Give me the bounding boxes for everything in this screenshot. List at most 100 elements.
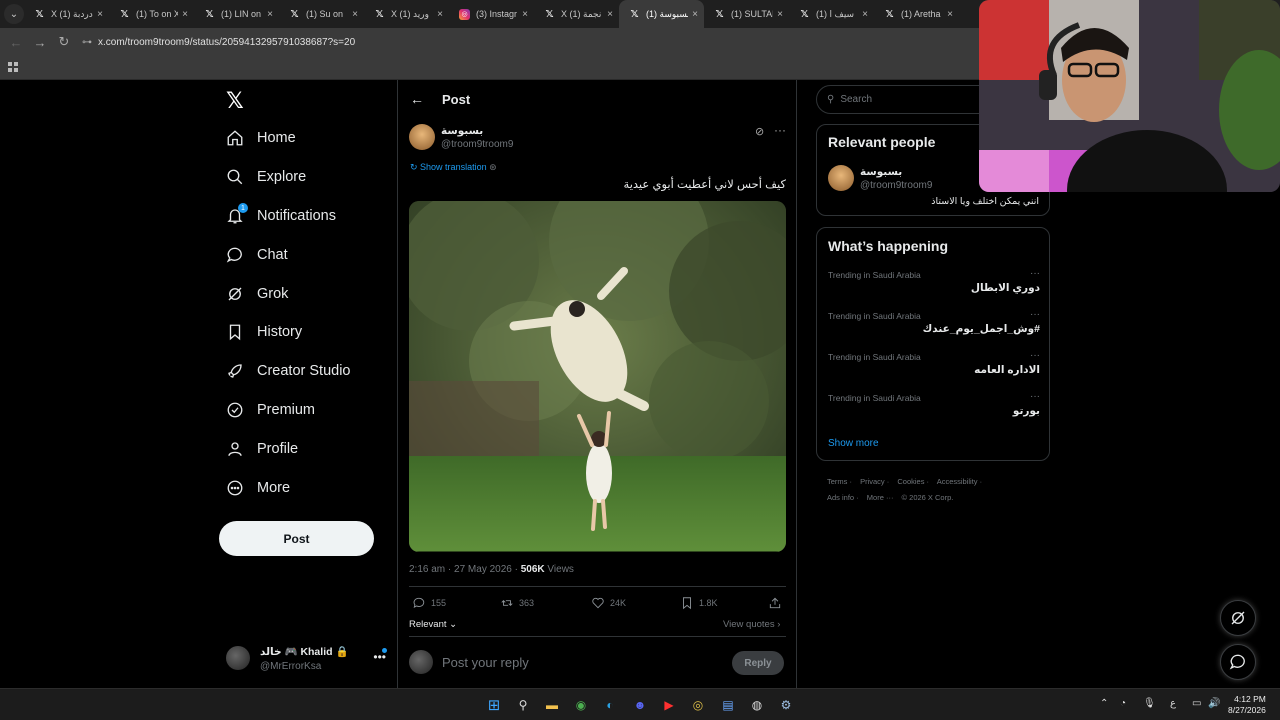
file-explorer-icon[interactable]: ▬ [543, 696, 561, 714]
trend-item[interactable]: Trending in Saudi Arabia ··· دوري الابطا… [828, 268, 1040, 302]
tab-close-icon[interactable]: × [777, 9, 783, 20]
trend-more-icon[interactable]: ··· [1030, 391, 1040, 402]
trend-more-icon[interactable]: ··· [1030, 309, 1040, 320]
steam-icon[interactable]: ⚙ [777, 696, 795, 714]
notepad-icon[interactable]: ▤ [719, 696, 737, 714]
tab-close-icon[interactable]: × [692, 9, 698, 20]
grok-float-button[interactable] [1220, 600, 1256, 636]
microphone-icon[interactable]: 🎙 [1143, 698, 1156, 709]
browser-tab[interactable]: 𝕏 (1) Aretha × [874, 0, 959, 28]
nav-item-more[interactable]: More [226, 473, 290, 503]
trend-item[interactable]: Trending in Saudi Arabia ··· الاداره الع… [828, 350, 1040, 384]
nav-item-chat[interactable]: Chat [226, 240, 288, 270]
author-name[interactable]: بسبوسة [441, 125, 513, 137]
tab-close-icon[interactable]: × [267, 9, 273, 20]
footer-link-cookies[interactable]: Cookies · [897, 477, 929, 486]
trend-more-icon[interactable]: ··· [1030, 350, 1040, 361]
tray-app-icon[interactable]: ◔ [1120, 698, 1126, 709]
trend-item[interactable]: Trending in Saudi Arabia ··· بورتو [828, 391, 1040, 425]
nav-item-notifications[interactable]: 1 Notifications [226, 201, 336, 231]
view-quotes-link[interactable]: View quotes › [723, 619, 780, 630]
browser-tab[interactable]: 𝕏 (1) بسبوسة × [619, 0, 704, 28]
tab-search-dropdown-icon[interactable]: ⌄ [4, 4, 24, 24]
trend-item[interactable]: Trending in Saudi Arabia ··· #وش_اجمل_يو… [828, 309, 1040, 343]
tab-close-icon[interactable]: × [947, 9, 953, 20]
reload-icon[interactable]: ↻ [52, 34, 76, 50]
obs-icon[interactable]: ◍ [748, 696, 766, 714]
post-author[interactable]: بسبوسة @troom9troom9 [409, 124, 513, 150]
browser-tab[interactable]: 𝕏 (1) SULTAN × [704, 0, 789, 28]
show-more-link[interactable]: Show more [828, 438, 879, 449]
site-info-icon[interactable]: ⊶ [82, 37, 92, 48]
relevant-person[interactable]: بسبوسة @troom9troom9 [828, 165, 932, 191]
reply-action[interactable]: 155 [412, 596, 446, 610]
post-timestamp[interactable]: 2:16 am · 27 May 2026 · [409, 564, 521, 575]
trend-more-icon[interactable]: ··· [1030, 268, 1040, 279]
chrome-icon[interactable]: ◉ [572, 696, 590, 714]
tab-close-icon[interactable]: × [97, 9, 103, 20]
reply-button[interactable]: Reply [732, 651, 784, 675]
x-logo-icon[interactable]: 𝕏 [226, 88, 244, 114]
input-language[interactable]: ع [1170, 698, 1176, 709]
back-arrow-icon[interactable]: ← [4, 35, 28, 50]
nav-item-grok[interactable]: Grok [226, 279, 288, 309]
browser-tab[interactable]: 𝕏 X (1) وريد × [364, 0, 449, 28]
footer-link-terms[interactable]: Terms · [827, 477, 852, 486]
nav-item-profile[interactable]: Profile [226, 434, 298, 464]
url-field[interactable]: ⊶ x.com/troom9troom9/status/205941329579… [82, 37, 355, 48]
discord-icon[interactable]: ☻ [631, 696, 649, 714]
reply-input[interactable]: Post your reply [442, 655, 529, 670]
browser-tab[interactable]: 𝕏 (1) سيف ا × [789, 0, 874, 28]
grok-explain-icon[interactable]: ⊘ [755, 125, 764, 138]
tab-close-icon[interactable]: × [522, 9, 528, 20]
volume-icon[interactable]: 🔊 [1208, 698, 1220, 709]
url-text[interactable]: x.com/troom9troom9/status/20594132957910… [98, 37, 355, 48]
footer-link-accessibility[interactable]: Accessibility · [937, 477, 982, 486]
browser-tab[interactable]: 𝕏 X (1) دردبة × [24, 0, 109, 28]
youtube-icon[interactable]: ▶ [660, 696, 678, 714]
avatar[interactable] [409, 124, 435, 150]
avatar[interactable] [828, 165, 854, 191]
tray-overflow-icon[interactable]: ⌃ [1100, 698, 1108, 709]
nav-item-home[interactable]: Home [226, 123, 296, 153]
browser-tab[interactable]: 𝕏 X (1) نجمة × [534, 0, 619, 28]
bookmark-action[interactable]: 1.8K [680, 596, 718, 610]
reply-sort-dropdown[interactable]: Relevant ⌄ [409, 619, 457, 630]
apps-grid-icon[interactable] [8, 62, 18, 72]
person-handle[interactable]: @troom9troom9 [860, 180, 932, 191]
tab-close-icon[interactable]: × [182, 9, 188, 20]
browser-tab[interactable]: ◎ (3) Instagr × [449, 0, 534, 28]
tab-close-icon[interactable]: × [862, 9, 868, 20]
like-action[interactable]: 24K [591, 596, 626, 610]
footer-link-privacy[interactable]: Privacy · [860, 477, 889, 486]
footer-link-more[interactable]: More ··· [867, 493, 894, 502]
footer-link-ads-info[interactable]: Ads info · [827, 493, 859, 502]
edge-icon[interactable]: ◐ [601, 696, 619, 714]
tab-close-icon[interactable]: × [352, 9, 358, 20]
nav-item-creator-studio[interactable]: Creator Studio [226, 356, 351, 386]
person-name[interactable]: بسبوسة [860, 166, 932, 178]
tab-close-icon[interactable]: × [437, 9, 443, 20]
browser-tab[interactable]: 𝕏 (1) Su on × [279, 0, 364, 28]
nav-item-explore[interactable]: Explore [226, 162, 306, 192]
search-icon[interactable]: ⚲ [514, 696, 532, 714]
chrome-canary-icon[interactable]: ◎ [689, 696, 707, 714]
back-arrow-icon[interactable]: ← [410, 91, 424, 107]
chat-float-button[interactable] [1220, 644, 1256, 680]
nav-item-history[interactable]: History [226, 317, 302, 347]
author-handle[interactable]: @troom9troom9 [441, 139, 513, 150]
post-button[interactable]: Post [219, 521, 374, 556]
nav-item-premium[interactable]: Premium [226, 395, 315, 425]
search-placeholder[interactable]: Search [840, 94, 872, 105]
account-switcher[interactable]: خالد 🎮 Khalid 🔒 @MrErrorKsa ••• [226, 640, 387, 676]
browser-tab[interactable]: 𝕏 (1) LIN on × [194, 0, 279, 28]
show-translation-link[interactable]: ↻ Show translation ⊛ [410, 162, 497, 173]
network-icon[interactable]: ▭ [1192, 698, 1201, 709]
tab-close-icon[interactable]: × [607, 9, 613, 20]
windows-start-icon[interactable]: ⊞ [485, 696, 503, 714]
taskbar-clock[interactable]: 4:12 PM 8/27/2026 [1228, 694, 1266, 716]
browser-tab[interactable]: 𝕏 (1) To on X × [109, 0, 194, 28]
forward-arrow-icon[interactable]: → [28, 35, 52, 50]
repost-action[interactable]: 363 [500, 596, 534, 610]
post-image[interactable] [409, 201, 786, 552]
